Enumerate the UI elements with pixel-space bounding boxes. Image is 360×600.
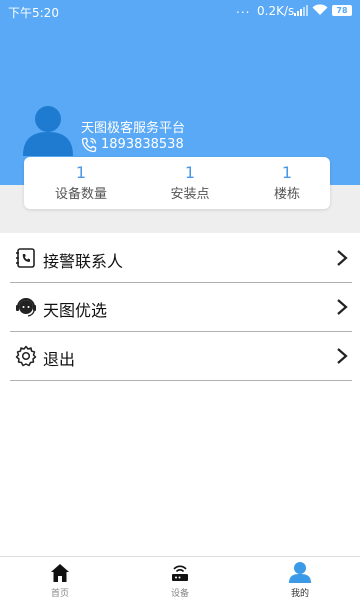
nav-label: 我的 — [290, 589, 309, 599]
menu-label: 天图优选 — [43, 301, 108, 320]
status-bar: 下午5:20 ... 0.2K/s 78 — [0, 0, 360, 22]
stat-buildings[interactable]: 1 楼栋 — [242, 163, 332, 205]
stat-install-points[interactable]: 1 安装点 — [145, 163, 235, 205]
status-dots: ... — [236, 2, 251, 16]
stat-device-count[interactable]: 1 设备数量 — [36, 163, 126, 205]
battery-icon: 78 — [332, 5, 352, 16]
menu-label: 退出 — [43, 350, 76, 369]
nav-label: 设备 — [170, 589, 189, 599]
avatar[interactable] — [23, 104, 73, 156]
home-icon — [51, 564, 69, 582]
contacts-icon — [16, 248, 35, 268]
menu-label: 接警联系人 — [43, 252, 124, 271]
nav-item-home[interactable]: 首页 — [20, 557, 100, 600]
gear-icon — [15, 345, 37, 367]
status-time: 下午5:20 — [8, 6, 59, 20]
network-speed: 0.2K/s — [257, 4, 295, 18]
nav-item-devices[interactable]: 设备 — [140, 557, 220, 600]
stat-label: 设备数量 — [54, 187, 107, 202]
stat-value: 1 — [75, 163, 87, 182]
org-name: 天图极客服务平台 — [81, 121, 186, 136]
menu-item-alarm-contacts[interactable]: 接警联系人 — [10, 234, 352, 283]
nav-label: 首页 — [50, 589, 69, 599]
stat-value: 1 — [184, 163, 196, 182]
bottom-nav: 首页 设备 我的 — [0, 556, 360, 600]
router-icon — [172, 565, 188, 581]
phone-icon — [81, 137, 97, 153]
chevron-right-icon — [337, 299, 348, 315]
user-icon — [289, 562, 311, 583]
phone-number: 1893838538 — [101, 137, 184, 152]
signal-icon — [294, 5, 308, 16]
chevron-right-icon — [337, 348, 348, 364]
menu-item-tiantu-select[interactable]: 天图优选 — [10, 283, 352, 332]
stat-label: 楼栋 — [273, 187, 300, 202]
stat-label: 安装点 — [170, 187, 210, 202]
menu-item-logout[interactable]: 退出 — [10, 332, 352, 381]
customer-service-icon — [16, 298, 36, 317]
chevron-right-icon — [337, 250, 348, 266]
nav-item-mine[interactable]: 我的 — [260, 557, 340, 600]
stats-card: 1 设备数量 1 安装点 1 楼栋 — [24, 157, 330, 209]
wifi-icon — [312, 4, 328, 16]
stat-value: 1 — [281, 163, 293, 182]
